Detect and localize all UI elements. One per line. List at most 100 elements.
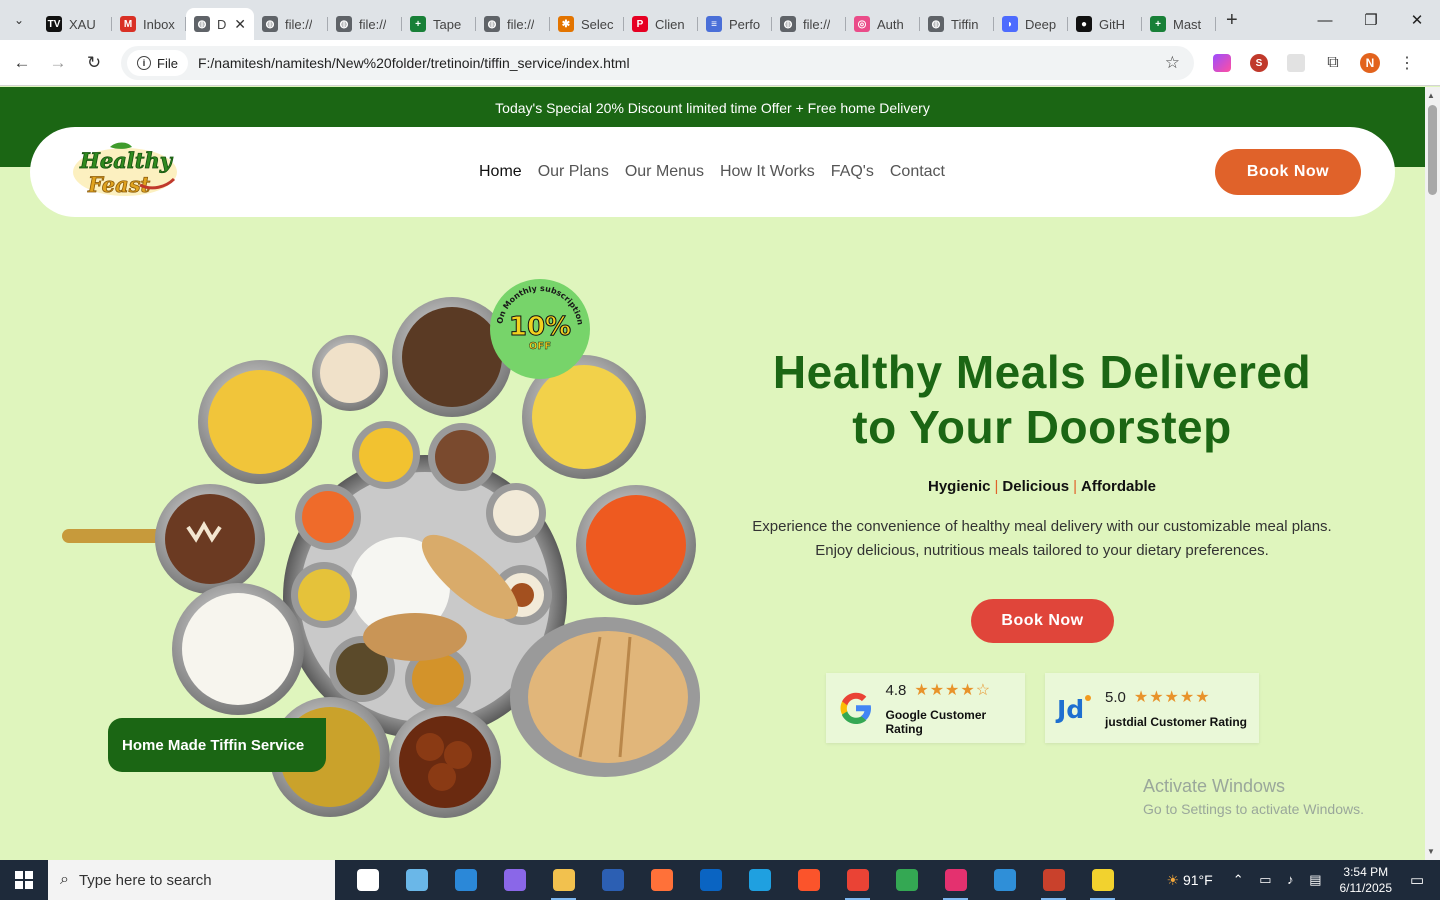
reload-icon[interactable]: ↻ bbox=[76, 45, 112, 81]
extension-seo-icon[interactable]: S bbox=[1244, 48, 1274, 78]
intellij-icon[interactable] bbox=[931, 860, 980, 900]
profile-avatar[interactable]: N bbox=[1355, 48, 1385, 78]
weather-icon: ☀ bbox=[1166, 871, 1180, 888]
bookmark-star-icon[interactable]: ☆ bbox=[1165, 53, 1180, 73]
browser-tab-label: file:// bbox=[507, 16, 535, 32]
hero-tagline: Hygienic | Delicious | Affordable bbox=[742, 478, 1342, 495]
browser-tab-label: Deep bbox=[1025, 16, 1057, 32]
taskbar-apps bbox=[343, 860, 1127, 900]
nav-link-how-it-works[interactable]: How It Works bbox=[720, 163, 815, 181]
browser-tab[interactable]: ◍ Tiffin bbox=[920, 8, 994, 40]
file-explorer-icon[interactable] bbox=[539, 860, 588, 900]
taskbar-search[interactable]: ⌕ Type here to search bbox=[48, 860, 335, 900]
browser-tab[interactable]: + Mast bbox=[1142, 8, 1216, 40]
browser-tab[interactable]: ◍ file:// bbox=[254, 8, 328, 40]
browser-tab[interactable]: ◍ file:// bbox=[328, 8, 402, 40]
browser-tab[interactable]: ◍ file:// bbox=[476, 8, 550, 40]
weather-temp: 91°F bbox=[1182, 871, 1213, 888]
browser-tab[interactable]: + Tape bbox=[402, 8, 476, 40]
browser-tab[interactable]: TV XAU bbox=[38, 8, 112, 40]
browser-tab-label: Selec bbox=[581, 16, 614, 32]
browser-tab-label: Inbox bbox=[143, 16, 175, 32]
store-icon[interactable] bbox=[441, 860, 490, 900]
tray-icons[interactable]: ⌃ ▭ ♪ ▤ bbox=[1233, 872, 1328, 888]
hero-description-line-1: Experience the convenience of healthy me… bbox=[752, 518, 1332, 535]
sheets-icon: + bbox=[1150, 16, 1166, 32]
browser-tab[interactable]: ◗ Deep bbox=[994, 8, 1068, 40]
weather-widget[interactable]: ☀ 91°F bbox=[1167, 872, 1213, 889]
browser-tab[interactable]: ● GitH bbox=[1068, 8, 1142, 40]
edge-icon[interactable] bbox=[735, 860, 784, 900]
scrollbar-thumb[interactable] bbox=[1428, 105, 1437, 195]
minimize-icon[interactable]: — bbox=[1302, 0, 1348, 40]
browser-menu-icon[interactable]: ⋮ bbox=[1392, 48, 1422, 78]
notepad-icon[interactable] bbox=[392, 860, 441, 900]
address-bar[interactable]: i File F:/namitesh/namitesh/New%20folder… bbox=[121, 46, 1194, 80]
nav-link-our-plans[interactable]: Our Plans bbox=[538, 163, 609, 181]
browser-tab[interactable]: ◎ Auth bbox=[846, 8, 920, 40]
powershell-icon[interactable] bbox=[588, 860, 637, 900]
browser-tab[interactable]: ◍ file:// bbox=[772, 8, 846, 40]
back-icon[interactable]: ← bbox=[4, 45, 40, 81]
healthy-feast-logo[interactable]: Healthy Feast bbox=[70, 141, 180, 199]
scroll-down-icon[interactable]: ▼ bbox=[1427, 847, 1435, 856]
task-view-icon[interactable] bbox=[343, 860, 392, 900]
browser-tab-label: file:// bbox=[803, 16, 831, 32]
firefox-icon[interactable] bbox=[637, 860, 686, 900]
windows-start-icon[interactable] bbox=[0, 860, 48, 900]
page-scrollbar[interactable]: ▲ ▼ bbox=[1425, 87, 1440, 860]
book-now-hero-button[interactable]: Book Now bbox=[971, 599, 1114, 643]
close-tab-icon[interactable]: ✕ bbox=[234, 16, 246, 33]
tagline-separator: | bbox=[994, 478, 999, 495]
notifications-icon[interactable]: ▭ bbox=[1410, 871, 1440, 889]
close-window-icon[interactable]: ✕ bbox=[1394, 0, 1440, 40]
new-tab-icon[interactable]: + bbox=[1226, 9, 1238, 32]
notes-icon[interactable] bbox=[1078, 860, 1127, 900]
browser-tab[interactable]: ✱ Selec bbox=[550, 8, 624, 40]
nav-link-home[interactable]: Home bbox=[479, 163, 522, 181]
brave-icon[interactable] bbox=[784, 860, 833, 900]
justdial-rating-card: Jd 5.0 ★★★★★ justdial Customer Rating bbox=[1045, 673, 1259, 743]
globe-icon: ◍ bbox=[928, 16, 944, 32]
globe-icon: ◍ bbox=[780, 16, 796, 32]
maximize-icon[interactable]: ❐ bbox=[1348, 0, 1394, 40]
browser-tab-label: Tape bbox=[433, 16, 462, 32]
site-info-chip[interactable]: i File bbox=[127, 50, 188, 76]
browser-tab-label: GitH bbox=[1099, 16, 1125, 32]
scroll-up-icon[interactable]: ▲ bbox=[1427, 91, 1435, 100]
chrome-profile-2-icon[interactable] bbox=[1029, 860, 1078, 900]
url-text[interactable]: F:/namitesh/namitesh/New%20folder/tretin… bbox=[198, 55, 630, 71]
tab-strip: TV XAU M Inbox ◍ D ✕ ◍ file:// ◍ file:// + Tape ◍ file… bbox=[38, 0, 1216, 40]
browser-tab[interactable]: ◍ D ✕ bbox=[186, 8, 254, 40]
chrome-profile-icon[interactable] bbox=[833, 860, 882, 900]
hero-title-line-2: to Your Doorstep bbox=[852, 401, 1232, 453]
browser-tab[interactable]: ≡ Perfo bbox=[698, 8, 772, 40]
info-icon: i bbox=[137, 56, 151, 70]
extension-3-icon[interactable] bbox=[1281, 48, 1311, 78]
chrome-icon[interactable] bbox=[882, 860, 931, 900]
taskbar-clock[interactable]: 3:54 PM 6/11/2025 bbox=[1340, 864, 1393, 896]
nav-link-our-menus[interactable]: Our Menus bbox=[625, 163, 704, 181]
perf-icon: ≡ bbox=[706, 16, 722, 32]
book-now-nav-button[interactable]: Book Now bbox=[1215, 149, 1361, 195]
window-controls: — ❐ ✕ bbox=[1302, 0, 1440, 40]
logo-word-1: Healthy bbox=[79, 148, 174, 173]
globe-icon: ◍ bbox=[484, 16, 500, 32]
extensions-area: S ⧉ N ⋮ bbox=[1200, 48, 1422, 78]
vscode-icon[interactable] bbox=[980, 860, 1029, 900]
browser-tab-label: Mast bbox=[1173, 16, 1202, 32]
forward-icon[interactable]: → bbox=[40, 45, 76, 81]
extensions-puzzle-icon[interactable]: ⧉ bbox=[1318, 48, 1348, 78]
extension-1-icon[interactable] bbox=[1207, 48, 1237, 78]
copilot-icon[interactable] bbox=[490, 860, 539, 900]
browser-tab[interactable]: M Inbox bbox=[112, 8, 186, 40]
taskbar-search-placeholder: Type here to search bbox=[78, 871, 212, 889]
browser-tab-label: Tiffin bbox=[951, 16, 979, 32]
site-header: Healthy Feast Home Our Plans Our Menus How … bbox=[30, 127, 1395, 217]
nav-link-contact[interactable]: Contact bbox=[890, 163, 945, 181]
tab-search-icon[interactable]: ⌄ bbox=[0, 0, 38, 40]
browser-tab[interactable]: P Clien bbox=[624, 8, 698, 40]
nav-link-faq-s[interactable]: FAQ's bbox=[831, 163, 874, 181]
outlook-icon[interactable] bbox=[686, 860, 735, 900]
badge-percent: 10% bbox=[509, 312, 571, 342]
